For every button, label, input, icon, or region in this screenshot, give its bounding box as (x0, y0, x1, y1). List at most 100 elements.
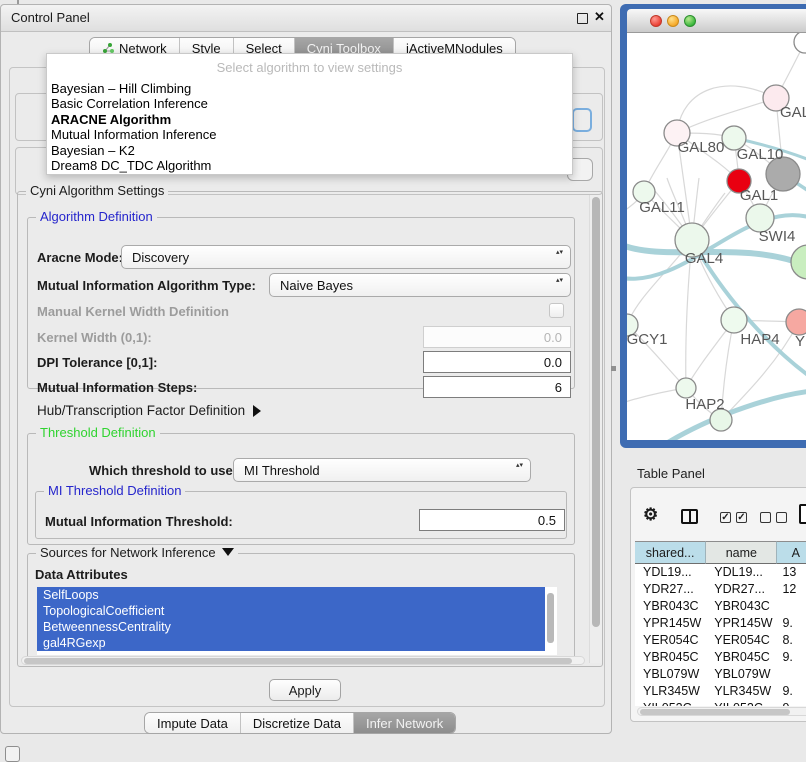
zoom-traffic-light-icon[interactable] (684, 15, 696, 27)
network-node[interactable] (791, 245, 806, 279)
mi-type-label: Mutual Information Algorithm Type: (37, 278, 256, 293)
algorithm-option-aracne-algorithm[interactable]: ARACNE Algorithm (47, 112, 572, 127)
table-row[interactable]: YLR345WYLR345W9. (635, 683, 806, 700)
table-panel-title: Table Panel (637, 466, 705, 481)
algorithm-option-dream8-dc-tdc-algorithm[interactable]: Dream8 DC_TDC Algorithm (47, 158, 572, 173)
settings-horizontal-scrollbar[interactable] (21, 656, 585, 665)
table-cell: 9. (777, 700, 806, 706)
algorithm-option-bayesian-k2[interactable]: Bayesian – K2 (47, 143, 572, 158)
combo-stepper-fragment[interactable] (572, 108, 592, 132)
table-hscrollbar-thumb[interactable] (640, 709, 790, 715)
checked-checkbox-icon[interactable]: ✓ (720, 512, 731, 523)
network-node[interactable] (794, 33, 806, 53)
stepper-arrows-icon: ▴▾ (556, 250, 563, 256)
column-header-3[interactable]: A (777, 541, 806, 564)
split-columns-icon[interactable] (681, 509, 698, 524)
table-row[interactable]: YBR045CYBR045C9. (635, 649, 806, 666)
network-graph[interactable]: GALGAL80GAL10GAL1GAL11SWI4GAL4GCY1HAP4YH… (627, 33, 806, 440)
attribute-item-selfloops[interactable]: SelfLoops (37, 587, 545, 603)
network-node-hap2[interactable] (676, 378, 696, 398)
table-cell: YBR045C (635, 649, 706, 666)
stepper-arrows-icon: ▴▾ (556, 278, 563, 284)
sources-group-title[interactable]: Sources for Network Inference (36, 545, 238, 560)
network-node-hap4[interactable] (721, 307, 747, 333)
table-cell: 8. (777, 632, 806, 649)
algorithm-option-basic-correlation-inference[interactable]: Basic Correlation Inference (47, 96, 572, 111)
table-row[interactable]: YER054CYER054C8. (635, 632, 806, 649)
panel-divider-handle[interactable] (611, 366, 616, 371)
unchecked-checkbox-icon[interactable] (776, 512, 787, 523)
node-label-gcy1: GCY1 (627, 331, 667, 348)
dpi-tolerance-input[interactable]: 0.0 (423, 351, 571, 373)
table-row[interactable]: YBL079WYBL079W (635, 666, 806, 683)
column-header-1[interactable]: shared... (635, 541, 706, 564)
mi-steps-input[interactable]: 6 (423, 376, 571, 398)
minimize-traffic-light-icon[interactable] (667, 15, 679, 27)
tab-infer-network[interactable]: Infer Network (353, 713, 455, 733)
checked-checkbox-icon[interactable]: ✓ (736, 512, 747, 523)
table-cell: YIL052C (635, 700, 706, 706)
table-row[interactable]: YIL052CYIL052C9. (635, 700, 806, 706)
bottom-left-panel-icon[interactable] (5, 746, 20, 762)
table-cell (777, 666, 806, 683)
attribute-item-betweennesscentrality[interactable]: BetweennessCentrality (37, 619, 545, 635)
hscrollbar-thumb[interactable] (24, 658, 572, 664)
mi-steps-value: 6 (555, 380, 562, 395)
mi-threshold-input[interactable]: 0.5 (419, 509, 565, 531)
dpi-tolerance-value: 0.0 (544, 355, 562, 370)
algorithm-dropdown: Select algorithm to view settings Bayesi… (46, 53, 573, 175)
network-edge-highlighted (627, 215, 806, 279)
mi-type-value: Naive Bayes (280, 278, 353, 293)
table-cell: YDR27... (706, 581, 777, 598)
algorithm-option-bayesian-hill-climbing[interactable]: Bayesian – Hill Climbing (47, 81, 572, 96)
list-scrollbar-thumb[interactable] (547, 593, 554, 643)
apply-button-label: Apply (289, 683, 322, 698)
aracne-mode-select[interactable]: Discovery ▴▾ (121, 245, 571, 269)
settings-vertical-scrollbar[interactable] (589, 195, 602, 663)
table-cell: YER054C (706, 632, 777, 649)
network-canvas[interactable]: GALGAL80GAL10GAL1GAL11SWI4GAL4GCY1HAP4YH… (627, 33, 806, 440)
hub-definition-toggle[interactable]: Hub/Transcription Factor Definition (37, 403, 261, 418)
float-window-icon[interactable] (577, 13, 588, 24)
which-threshold-label: Which threshold to use: (89, 463, 237, 478)
table-cell: YLR345W (706, 683, 777, 700)
kernel-width-label: Kernel Width (0,1): (37, 330, 152, 345)
table-cell: 9. (777, 649, 806, 666)
column-header-2[interactable]: name (706, 541, 777, 564)
attribute-item-topologicalcoefficient[interactable]: TopologicalCoefficient (37, 603, 545, 619)
control-panel-title: Control Panel (11, 10, 90, 25)
table-header-row: shared...nameA (635, 541, 806, 564)
table-horizontal-scrollbar[interactable] (637, 707, 806, 716)
node-label-gal11: GAL11 (639, 199, 685, 216)
node-table[interactable]: shared...nameA YDL19...YDL19...13YDR27..… (635, 541, 806, 706)
table-row[interactable]: YBR043CYBR043C (635, 598, 806, 615)
network-view-window: GALGAL80GAL10GAL1GAL11SWI4GAL4GCY1HAP4YH… (620, 4, 806, 448)
network-window-titlebar (627, 9, 806, 33)
table-row[interactable]: YPR145WYPR145W9. (635, 615, 806, 632)
settings-scrollbar-thumb[interactable] (592, 197, 600, 627)
tab-impute-data[interactable]: Impute Data (145, 713, 240, 733)
network-node-y[interactable] (786, 309, 806, 335)
apply-button[interactable]: Apply (269, 679, 341, 701)
mi-steps-label: Mutual Information Steps: (37, 380, 197, 395)
table-cell: YBL079W (706, 666, 777, 683)
threshold-definition-title: Threshold Definition (36, 425, 160, 440)
tab-discretize-data[interactable]: Discretize Data (240, 713, 353, 733)
table-cell: 9. (777, 683, 806, 700)
bottom-tab-bar: Impute DataDiscretize DataInfer Network (144, 712, 456, 734)
table-row[interactable]: YDR27...YDR27...12 (635, 581, 806, 598)
which-threshold-select[interactable]: MI Threshold ▴▾ (233, 458, 531, 482)
table-row[interactable]: YDL19...YDL19...13 (635, 564, 806, 581)
close-traffic-light-icon[interactable] (650, 15, 662, 27)
kernel-width-input[interactable]: 0.0 (423, 326, 571, 348)
unchecked-checkbox-icon[interactable] (760, 512, 771, 523)
node-label-gal1: GAL1 (740, 187, 778, 204)
attribute-item-gal4rgexp[interactable]: gal4RGexp (37, 635, 545, 651)
document-icon[interactable] (799, 504, 806, 524)
gear-icon[interactable]: ⚙ (643, 505, 658, 525)
manual-kernel-checkbox[interactable] (549, 303, 564, 318)
mi-type-select[interactable]: Naive Bayes ▴▾ (269, 273, 571, 297)
close-icon[interactable]: ✕ (594, 9, 605, 25)
algorithm-option-mutual-information-inference[interactable]: Mutual Information Inference (47, 127, 572, 142)
data-attributes-list[interactable]: SelfLoopsTopologicalCoefficientBetweenne… (37, 587, 557, 655)
